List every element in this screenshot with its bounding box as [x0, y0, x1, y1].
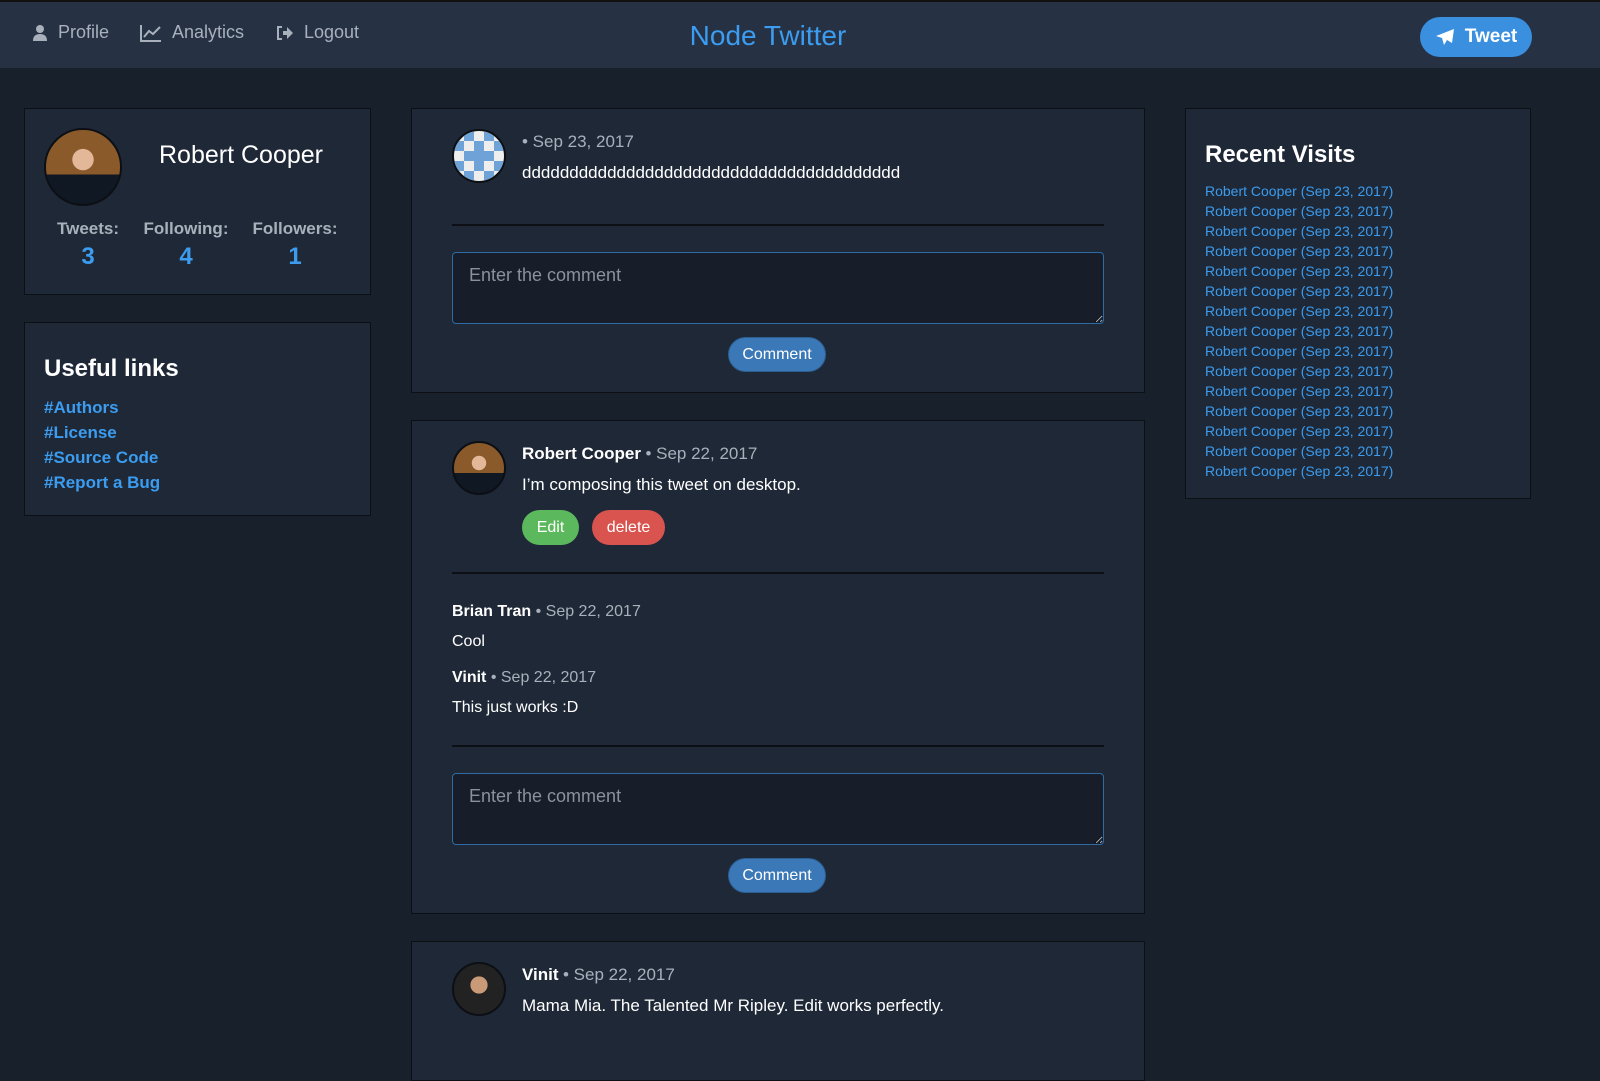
tweet-card: • Sep 23, 2017 ddddddddddddddddddddddddd… [411, 108, 1145, 393]
tweet-text: dddddddddddddddddddddddddddddddddddddddd [522, 163, 901, 182]
profile-avatar[interactable] [44, 128, 122, 206]
tweet-button-label: Tweet [1464, 26, 1518, 47]
stat-value: 3 [81, 243, 95, 270]
tweet-text: Mama Mia. The Talented Mr Ripley. Edit w… [522, 996, 945, 1015]
tweet-date: • Sep 22, 2017 [645, 444, 758, 463]
divider [452, 572, 1104, 574]
tweet-button[interactable]: Tweet [1420, 17, 1532, 57]
link-authors[interactable]: #Authors [44, 395, 160, 420]
comment-text: This just works :D [452, 699, 579, 716]
recent-visit-link[interactable]: Robert Cooper (Sep 23, 2017) [1205, 441, 1393, 461]
recent-visit-link[interactable]: Robert Cooper (Sep 23, 2017) [1205, 381, 1393, 401]
recent-visit-link[interactable]: Robert Cooper (Sep 23, 2017) [1205, 201, 1393, 221]
tweet-card: Robert Cooper • Sep 22, 2017 I’m composi… [411, 420, 1145, 914]
comment-author[interactable]: Vinit [452, 669, 486, 686]
identicon-icon [454, 131, 504, 181]
comment-button[interactable]: Comment [728, 858, 826, 893]
paper-plane-icon [1435, 29, 1454, 45]
recent-visit-link[interactable]: Robert Cooper (Sep 23, 2017) [1205, 281, 1393, 301]
recent-visits-title: Recent Visits [1205, 141, 1356, 168]
tweet-text: I’m composing this tweet on desktop. [522, 475, 801, 494]
tweet-avatar[interactable] [452, 441, 506, 495]
tweet-author[interactable]: Robert Cooper [522, 444, 641, 463]
stat-label: Tweets: [56, 219, 120, 238]
brand-title[interactable]: Node Twitter [0, 20, 1536, 52]
stat-following[interactable]: Following: 4 [136, 219, 236, 271]
delete-button[interactable]: delete [592, 510, 665, 545]
tweet-date: • Sep 22, 2017 [562, 965, 675, 984]
stat-tweets[interactable]: Tweets: 3 [38, 219, 138, 271]
recent-visit-link[interactable]: Robert Cooper (Sep 23, 2017) [1205, 361, 1393, 381]
divider [452, 745, 1104, 747]
recent-visit-link[interactable]: Robert Cooper (Sep 23, 2017) [1205, 261, 1393, 281]
tweet-date: • Sep 23, 2017 [522, 132, 634, 151]
recent-visit-link[interactable]: Robert Cooper (Sep 23, 2017) [1205, 401, 1393, 421]
recent-visit-link[interactable]: Robert Cooper (Sep 23, 2017) [1205, 341, 1393, 361]
comment-date: • Sep 22, 2017 [490, 669, 597, 686]
top-nav: Profile Analytics Logout Node Twitter Tw… [0, 0, 1600, 68]
comment-author[interactable]: Brian Tran [452, 603, 531, 620]
link-license[interactable]: #License [44, 420, 160, 445]
tweet-avatar[interactable] [452, 129, 506, 183]
comment-date: • Sep 22, 2017 [535, 603, 641, 620]
stat-label: Following: [143, 219, 229, 238]
divider [452, 224, 1104, 226]
useful-links-card: Useful links #Authors #License #Source C… [24, 322, 371, 516]
recent-visit-link[interactable]: Robert Cooper (Sep 23, 2017) [1205, 221, 1393, 241]
tweet-card: Vinit • Sep 22, 2017 Mama Mia. The Talen… [411, 941, 1145, 1081]
comment-text: Cool [452, 633, 485, 650]
comment: Vinit • Sep 22, 2017 This just works :D [452, 669, 596, 717]
stat-label: Followers: [252, 219, 338, 238]
comment-input[interactable] [452, 773, 1104, 845]
recent-visit-link[interactable]: Robert Cooper (Sep 23, 2017) [1205, 461, 1393, 481]
profile-name[interactable]: Robert Cooper [159, 141, 323, 170]
recent-visits-card: Recent Visits Robert Cooper (Sep 23, 201… [1185, 108, 1531, 499]
recent-visit-link[interactable]: Robert Cooper (Sep 23, 2017) [1205, 181, 1393, 201]
useful-links-title: Useful links [44, 355, 179, 382]
tweet-avatar[interactable] [452, 962, 506, 1016]
profile-card: Robert Cooper Tweets: 3 Following: 4 Follo… [24, 108, 371, 295]
stat-value: 4 [179, 243, 193, 270]
link-source-code[interactable]: #Source Code [44, 445, 160, 470]
comment: Brian Tran • Sep 22, 2017 Cool [452, 603, 641, 651]
link-report-bug[interactable]: #Report a Bug [44, 470, 160, 495]
tweet-author[interactable]: Vinit [522, 965, 559, 984]
recent-visit-link[interactable]: Robert Cooper (Sep 23, 2017) [1205, 421, 1393, 441]
stat-value: 1 [288, 243, 302, 270]
recent-visit-link[interactable]: Robert Cooper (Sep 23, 2017) [1205, 301, 1393, 321]
recent-visit-link[interactable]: Robert Cooper (Sep 23, 2017) [1205, 321, 1393, 341]
stat-followers[interactable]: Followers: 1 [245, 219, 345, 271]
recent-visit-link[interactable]: Robert Cooper (Sep 23, 2017) [1205, 241, 1393, 261]
comment-input[interactable] [452, 252, 1104, 324]
comment-button[interactable]: Comment [728, 337, 826, 372]
edit-button[interactable]: Edit [522, 510, 579, 545]
